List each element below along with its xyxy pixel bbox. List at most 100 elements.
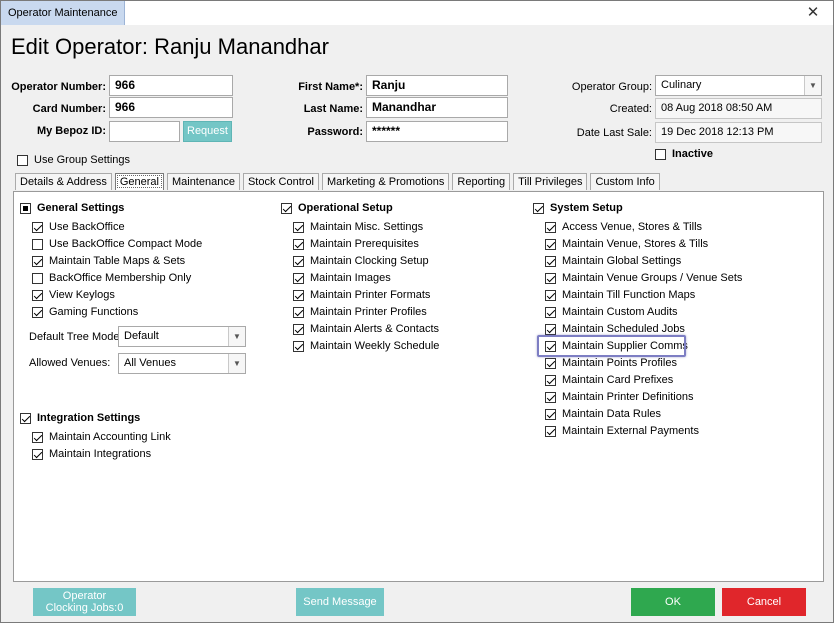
tab-maintenance[interactable]: Maintenance	[166, 173, 240, 190]
checkbox-box	[545, 374, 556, 386]
maintain-points-profiles-checkbox[interactable]: Maintain Points Profiles	[545, 357, 677, 369]
tab-stock-control[interactable]: Stock Control	[242, 173, 319, 190]
checkbox-label: Maintain Global Settings	[562, 255, 682, 267]
checkbox-box	[20, 412, 31, 424]
operator-group-select[interactable]: Culinary ▼	[655, 75, 822, 96]
send-message-button[interactable]: Send Message	[296, 588, 384, 616]
general-settings-checkbox[interactable]: General Settings	[20, 202, 124, 214]
tab-till-privileges[interactable]: Till Privileges	[513, 173, 588, 190]
gaming-functions-checkbox[interactable]: Gaming Functions	[32, 306, 138, 318]
use-backoffice-compact-checkbox[interactable]: Use BackOffice Compact Mode	[32, 238, 202, 250]
tab-details-address[interactable]: Details & Address	[15, 173, 112, 190]
operational-setup-checkbox[interactable]: Operational Setup	[281, 202, 393, 214]
maintain-images-checkbox[interactable]: Maintain Images	[293, 272, 391, 284]
chevron-down-icon: ▼	[228, 354, 245, 373]
maintain-till-function-maps-checkbox[interactable]: Maintain Till Function Maps	[545, 289, 695, 301]
use-group-settings-checkbox[interactable]: Use Group Settings	[17, 154, 130, 166]
checkbox-label: Maintain Clocking Setup	[310, 255, 429, 267]
system-setup-checkbox[interactable]: System Setup	[533, 202, 623, 214]
maintain-misc-settings-checkbox[interactable]: Maintain Misc. Settings	[293, 221, 423, 233]
ok-button[interactable]: OK	[631, 588, 715, 616]
checkbox-label: Maintain Printer Profiles	[310, 306, 427, 318]
checkbox-box	[293, 323, 304, 335]
maintain-venue-stores-tills-checkbox[interactable]: Maintain Venue, Stores & Tills	[545, 238, 708, 250]
maintain-printer-formats-checkbox[interactable]: Maintain Printer Formats	[293, 289, 430, 301]
checkbox-label: Maintain Venue, Stores & Tills	[562, 238, 709, 250]
checkbox-label: BackOffice Membership Only	[49, 272, 192, 284]
checkbox-label: Maintain Custom Audits	[562, 306, 678, 318]
backoffice-membership-only-checkbox[interactable]: BackOffice Membership Only	[32, 272, 191, 284]
close-icon[interactable]: ✕	[803, 3, 823, 23]
last-name-field[interactable]: Manandhar	[366, 97, 508, 118]
maintain-printer-definitions-checkbox[interactable]: Maintain Printer Definitions	[545, 391, 693, 403]
checkbox-label: Maintain Printer Definitions	[562, 391, 694, 403]
checkbox-label: Maintain Card Prefixes	[562, 374, 674, 386]
clocking-line-2: Clocking Jobs:0	[45, 602, 124, 614]
checkbox-box	[32, 238, 43, 250]
maintain-scheduled-jobs-checkbox[interactable]: Maintain Scheduled Jobs	[545, 323, 685, 335]
maintain-table-maps-checkbox[interactable]: Maintain Table Maps & Sets	[32, 255, 185, 267]
checkbox-box	[545, 221, 556, 233]
operator-clocking-jobs-button[interactable]: Operator Clocking Jobs:0	[33, 588, 136, 616]
request-button[interactable]: Request	[183, 121, 232, 142]
use-backoffice-checkbox[interactable]: Use BackOffice	[32, 221, 125, 233]
checkbox-label: Maintain Data Rules	[562, 408, 662, 420]
chevron-down-icon: ▼	[804, 76, 821, 95]
operational-setup-title: Operational Setup	[298, 202, 393, 214]
checkbox-box	[545, 289, 556, 301]
maintain-data-rules-checkbox[interactable]: Maintain Data Rules	[545, 408, 661, 420]
first-name-field[interactable]: Ranju	[366, 75, 508, 96]
maintain-external-payments-checkbox[interactable]: Maintain External Payments	[545, 425, 699, 437]
window-title: Operator Maintenance	[1, 1, 126, 25]
checkbox-box	[17, 154, 28, 166]
tab-marketing-promotions[interactable]: Marketing & Promotions	[322, 173, 450, 190]
allowed-venues-select[interactable]: All Venues ▼	[118, 353, 246, 374]
maintain-global-settings-checkbox[interactable]: Maintain Global Settings	[545, 255, 681, 267]
default-tree-mode-value: Default	[124, 330, 159, 342]
password-field[interactable]: ******	[366, 121, 508, 142]
checkbox-box	[293, 272, 304, 284]
integration-settings-checkbox[interactable]: Integration Settings	[20, 412, 140, 424]
operator-group-label: Operator Group:	[571, 81, 652, 93]
operator-number-label: Operator Number:	[11, 81, 106, 93]
checkbox-box	[32, 306, 43, 318]
operator-number-field[interactable]: 966	[109, 75, 233, 96]
checkbox-box	[293, 340, 304, 352]
checkbox-box	[545, 272, 556, 284]
maintain-accounting-link-checkbox[interactable]: Maintain Accounting Link	[32, 431, 171, 443]
checkbox-label: Gaming Functions	[49, 306, 139, 318]
maintain-prerequisites-checkbox[interactable]: Maintain Prerequisites	[293, 238, 419, 250]
default-tree-mode-select[interactable]: Default ▼	[118, 326, 246, 347]
chevron-down-icon: ▼	[228, 327, 245, 346]
bepoz-id-field[interactable]	[109, 121, 180, 142]
checkbox-label: Maintain Misc. Settings	[310, 221, 424, 233]
maintain-printer-profiles-checkbox[interactable]: Maintain Printer Profiles	[293, 306, 427, 318]
date-last-sale-label: Date Last Sale:	[576, 127, 652, 139]
checkbox-box	[545, 425, 556, 437]
inactive-checkbox[interactable]: Inactive	[655, 148, 713, 160]
maintain-custom-audits-checkbox[interactable]: Maintain Custom Audits	[545, 306, 678, 318]
view-keylogs-checkbox[interactable]: View Keylogs	[32, 289, 115, 301]
tab-custom-info[interactable]: Custom Info	[590, 173, 660, 190]
maintain-integrations-checkbox[interactable]: Maintain Integrations	[32, 448, 151, 460]
access-venue-stores-tills-checkbox[interactable]: Access Venue, Stores & Tills	[545, 221, 702, 233]
checkbox-box	[545, 255, 556, 267]
created-value: 08 Aug 2018 08:50 AM	[655, 98, 822, 119]
checkbox-box	[32, 272, 43, 284]
cancel-button[interactable]: Cancel	[722, 588, 806, 616]
maintain-card-prefixes-checkbox[interactable]: Maintain Card Prefixes	[545, 374, 673, 386]
checkbox-label: Maintain Prerequisites	[310, 238, 419, 250]
maintain-clocking-setup-checkbox[interactable]: Maintain Clocking Setup	[293, 255, 429, 267]
allowed-venues-value: All Venues	[124, 357, 176, 369]
checkbox-box	[32, 448, 43, 460]
clocking-line-1: Operator	[62, 590, 107, 602]
checkbox-label: Maintain Accounting Link	[49, 431, 171, 443]
tab-general[interactable]: General	[114, 173, 164, 190]
maintain-weekly-schedule-checkbox[interactable]: Maintain Weekly Schedule	[293, 340, 439, 352]
checkbox-box	[293, 289, 304, 301]
card-number-field[interactable]: 966	[109, 97, 233, 118]
maintain-alerts-contacts-checkbox[interactable]: Maintain Alerts & Contacts	[293, 323, 439, 335]
maintain-venue-groups-checkbox[interactable]: Maintain Venue Groups / Venue Sets	[545, 272, 742, 284]
inactive-label: Inactive	[672, 148, 713, 160]
tab-reporting[interactable]: Reporting	[452, 173, 511, 190]
